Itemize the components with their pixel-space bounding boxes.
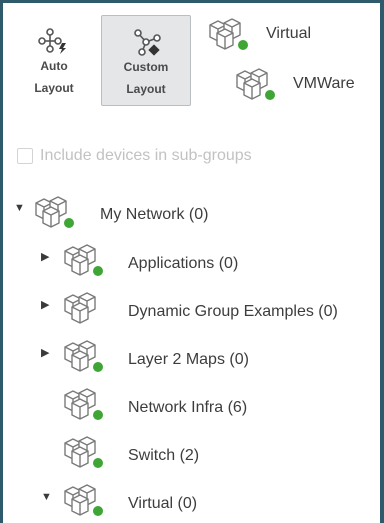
device-group-icon — [64, 388, 103, 420]
tree-item-label: Virtual (0) — [128, 495, 198, 512]
custom-layout-label-line2: Layout — [126, 82, 166, 96]
status-online-icon — [93, 266, 103, 276]
device-group-icon — [64, 340, 103, 372]
device-group-icon — [35, 196, 74, 228]
tree-item-label: Network Infra (6) — [128, 399, 248, 416]
auto-layout-label-line2: Layout — [34, 81, 74, 95]
caret-right-icon[interactable]: ▶ — [41, 348, 51, 359]
device-group-icon — [236, 68, 275, 100]
top-device-label: Virtual — [266, 25, 312, 42]
tree-item-label: Layer 2 Maps (0) — [128, 351, 249, 368]
caret-right-icon[interactable]: ▶ — [41, 252, 51, 263]
device-panel: Auto Layout Custom Layout Virtual VMWare… — [3, 3, 380, 523]
auto-layout-button[interactable]: Auto Layout — [9, 15, 99, 106]
include-subgroups-label: Include devices in sub-groups — [40, 147, 252, 164]
include-subgroups-checkbox[interactable] — [17, 148, 33, 164]
custom-layout-label-line1: Custom — [123, 60, 169, 74]
caret-down-icon[interactable]: ▼ — [41, 492, 52, 503]
device-group-icon — [64, 436, 103, 468]
tree-root-label: My Network (0) — [100, 206, 209, 223]
status-online-icon — [265, 90, 275, 100]
tree-item-label: Switch (2) — [128, 447, 200, 464]
tree-item-label: Dynamic Group Examples (0) — [128, 303, 338, 320]
auto-layout-icon — [38, 28, 66, 54]
auto-layout-label-line1: Auto — [40, 59, 68, 73]
device-group-icon — [64, 484, 103, 516]
custom-layout-button[interactable]: Custom Layout — [101, 15, 191, 106]
top-device-label: VMWare — [293, 75, 355, 92]
device-group-icon — [64, 244, 103, 276]
status-online-icon — [93, 362, 103, 372]
status-online-icon — [64, 218, 74, 228]
custom-layout-icon — [134, 29, 161, 56]
status-online-icon — [93, 410, 103, 420]
device-group-icon — [209, 18, 248, 50]
caret-right-icon[interactable]: ▶ — [41, 300, 51, 311]
status-online-icon — [93, 458, 103, 468]
status-online-icon — [238, 40, 248, 50]
device-group-icon — [64, 292, 96, 324]
tree-item-label: Applications (0) — [128, 255, 239, 272]
status-online-icon — [93, 506, 103, 516]
caret-down-icon[interactable]: ▼ — [14, 203, 25, 214]
